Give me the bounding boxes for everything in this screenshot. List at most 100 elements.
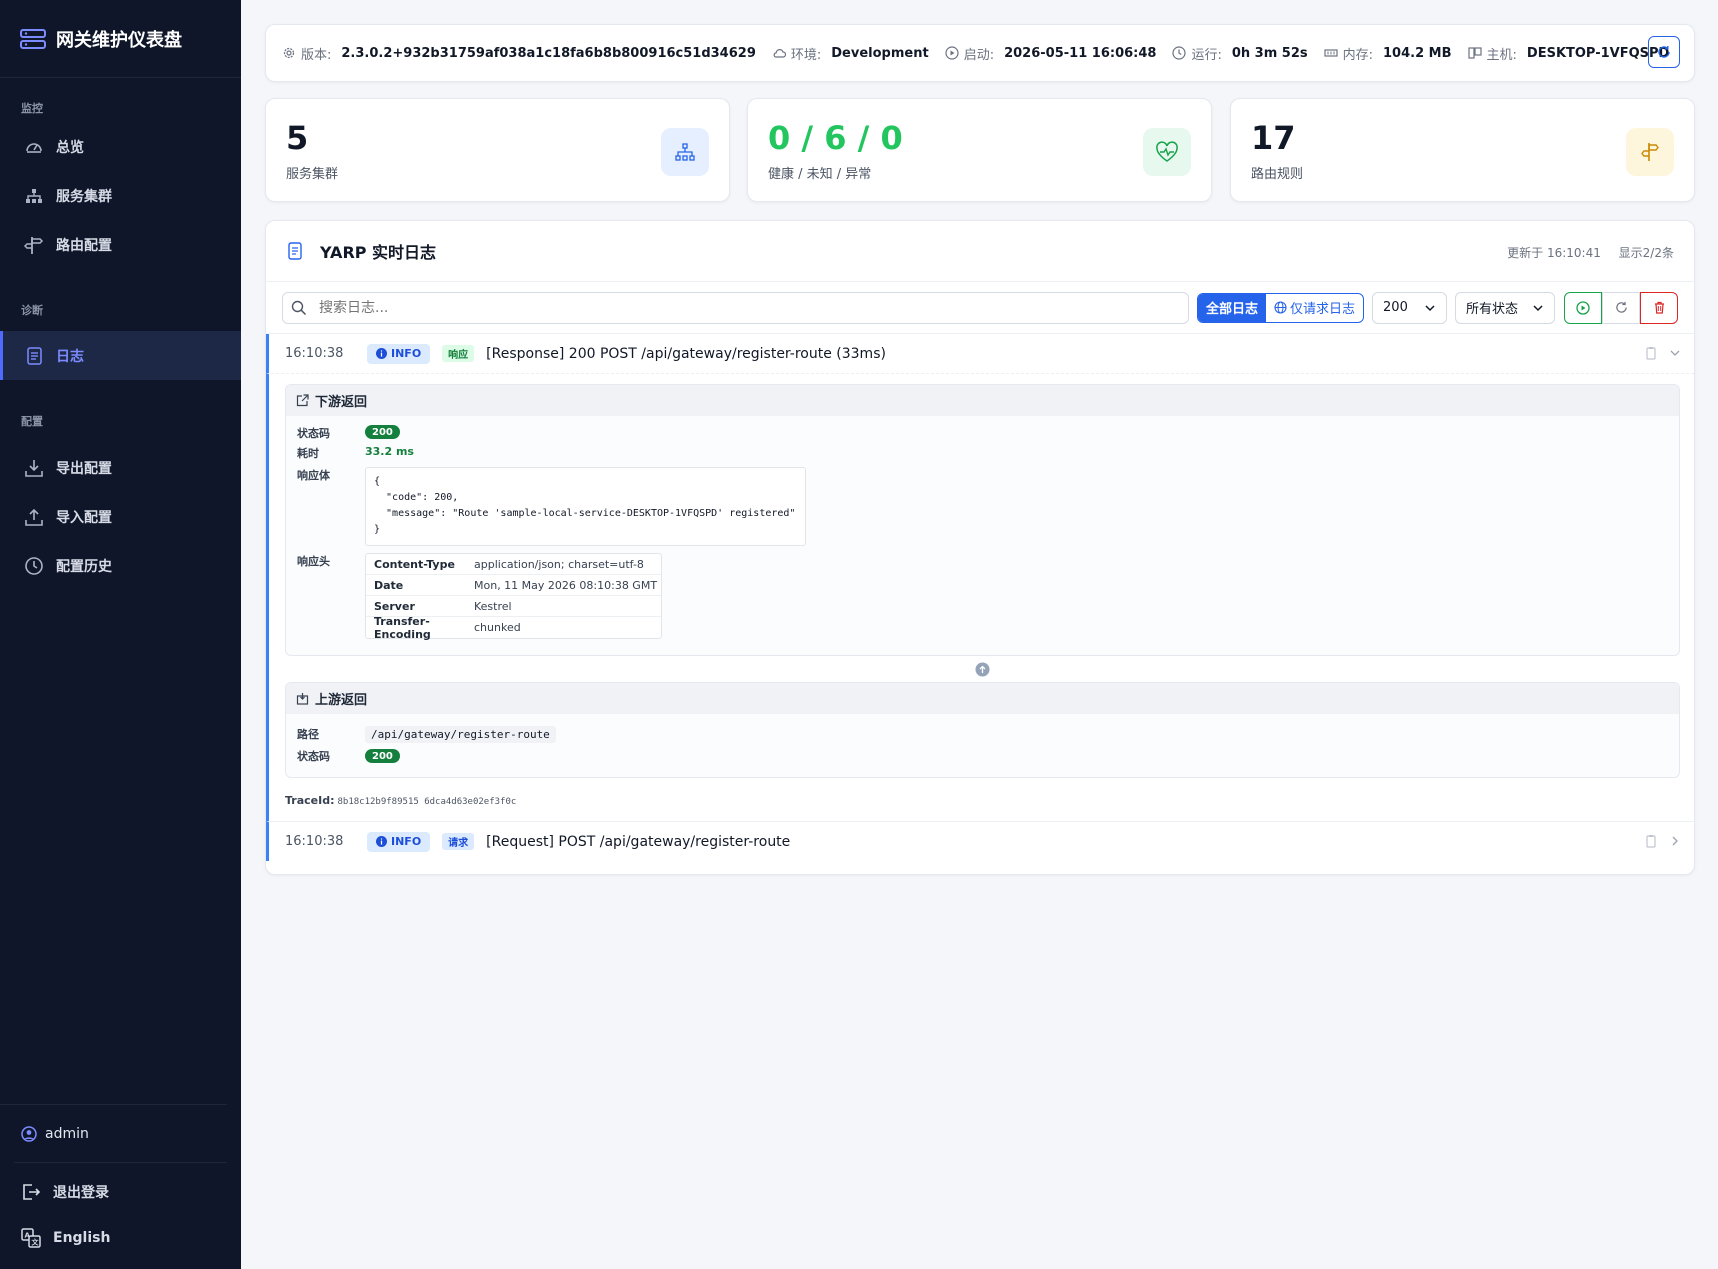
language-switch[interactable]: A文 English: [0, 1215, 241, 1261]
play-circle-icon: [945, 46, 959, 60]
username: admin: [45, 1125, 89, 1142]
info-uptime: 运行: 0h 3m 52s: [1172, 44, 1308, 63]
journal-icon: [24, 346, 44, 366]
info-memory: 内存: 104.2 MB: [1324, 44, 1452, 63]
header-row: Content-Type application/json; charset=ut…: [366, 554, 661, 575]
svg-text:文: 文: [32, 1238, 40, 1247]
upstream-status-row: 状态码 200: [286, 746, 1679, 766]
nav-item-export[interactable]: 导出配置: [0, 443, 241, 492]
copy-icon[interactable]: [1644, 346, 1658, 360]
nav-label: 日志: [56, 348, 84, 365]
upstream-title: 上游返回: [315, 693, 368, 708]
updated-time: 更新于 16:10:41: [1507, 246, 1601, 260]
stat-value: 5: [286, 119, 309, 157]
search-icon: [291, 300, 307, 316]
info-host: 主机: DESKTOP-1VFQSPD: [1467, 44, 1669, 63]
log-title: YARP 实时日志: [320, 243, 437, 262]
header-row: Transfer-Encoding chunked: [374, 614, 521, 641]
nav-item-import[interactable]: 导入配置: [0, 492, 241, 541]
nav-item-logs[interactable]: 日志: [0, 331, 241, 380]
pc-display-icon: [1467, 46, 1482, 60]
stat-card-clusters: 5 服务集群: [265, 98, 730, 202]
nav-label: 导入配置: [56, 509, 112, 526]
stat-label: 健康 / 未知 / 异常: [768, 167, 872, 182]
user-info: admin: [0, 1104, 227, 1162]
heart-pulse-icon: [1143, 128, 1191, 176]
chevron-down-icon[interactable]: [1668, 346, 1682, 360]
log-filter-toggle: 全部日志 仅请求日志: [1197, 292, 1365, 323]
log-meta: 更新于 16:10:41 显示2/2条: [1493, 244, 1674, 261]
downstream-section: 下游返回 状态码 200 耗时 33.2 ms 响应体 { "code": 20…: [285, 384, 1680, 656]
copy-icon[interactable]: [1644, 834, 1658, 848]
shown-count: 显示2/2条: [1618, 246, 1674, 260]
memory-value: 104.2 MB: [1383, 45, 1452, 61]
info-version: 版本: 2.3.0.2+932b31759af038a1c18fa6b8b800…: [282, 44, 756, 63]
level-badge: INFO: [367, 831, 431, 852]
log-message: [Request] POST /api/gateway/register-rou…: [486, 833, 791, 850]
log-entry[interactable]: 16:10:38 INFO 响应 [Response] 200 POST /ap…: [266, 334, 1694, 374]
filter-all-button[interactable]: 全部日志: [1198, 293, 1267, 322]
external-link-icon: [296, 394, 309, 407]
app-title: 网关维护仪表盘: [56, 29, 182, 51]
level-badge: INFO: [367, 343, 431, 364]
sitemap-icon: [661, 128, 709, 176]
level-text: INFO: [391, 347, 422, 360]
filter-request-label: 仅请求日志: [1290, 302, 1356, 317]
refresh-button[interactable]: [1648, 36, 1680, 68]
clear-button[interactable]: [1640, 291, 1679, 324]
globe-icon: [1274, 301, 1287, 314]
stat-label: 路由规则: [1251, 167, 1304, 182]
nav-item-history[interactable]: 配置历史: [0, 541, 241, 590]
refresh-icon: [1657, 45, 1671, 59]
nav-item-overview[interactable]: 总览: [0, 122, 241, 171]
flow-connector: [285, 656, 1680, 682]
cloud-icon: [772, 46, 786, 60]
log-entry[interactable]: 16:10:38 INFO 请求 [Request] POST /api/gat…: [266, 821, 1694, 861]
headers-table: Content-Type application/json; charset=ut…: [365, 553, 662, 641]
nav-section-monitor: 监控: [21, 102, 43, 115]
log-detail: 下游返回 状态码 200 耗时 33.2 ms 响应体 { "code": 20…: [266, 374, 1694, 821]
gear-icon: [282, 46, 296, 60]
stat-label: 服务集群: [286, 167, 339, 182]
nav-section-diagnose: 诊断: [21, 304, 43, 317]
translate-icon: A文: [21, 1228, 41, 1248]
nav-label: 总览: [56, 139, 84, 156]
arrow-up-circle-icon: [975, 662, 990, 677]
limit-select[interactable]: 200: [1372, 291, 1448, 324]
gauge-icon: [24, 137, 44, 157]
upstream-path: /api/gateway/register-route: [365, 725, 556, 743]
upload-icon: [24, 507, 44, 527]
response-body: { "code": 200, "message": "Route 'sample…: [365, 467, 806, 546]
logout-link[interactable]: 退出登录: [0, 1169, 241, 1215]
type-badge: 请求: [442, 833, 475, 850]
nav-item-routes[interactable]: 路由配置: [0, 220, 241, 269]
trace-id: TraceId: 8b18c12b9f89515 6dca4d63e02ef3f0…: [285, 794, 517, 807]
info-circle-icon: [376, 348, 387, 359]
memory-icon: [1324, 46, 1338, 60]
reload-button[interactable]: [1602, 291, 1641, 324]
stat-card-routes: 17 路由规则: [1230, 98, 1695, 202]
filter-request-button[interactable]: 仅请求日志: [1266, 294, 1363, 322]
status-select[interactable]: 所有状态: [1455, 291, 1556, 324]
sitemap-icon: [24, 186, 44, 206]
log-actions: [1564, 291, 1679, 324]
nav-label: 服务集群: [56, 188, 112, 205]
trash-icon: [1653, 301, 1666, 314]
nav-label: 配置历史: [56, 558, 112, 575]
nav-item-clusters[interactable]: 服务集群: [0, 171, 241, 220]
start-value: 2026-05-11 16:06:48: [1004, 45, 1157, 61]
box-arrow-in-icon: [296, 692, 309, 705]
search-input[interactable]: [319, 299, 1119, 316]
row-actions: [1644, 834, 1682, 848]
chevron-down-icon: [1424, 302, 1436, 314]
level-text: INFO: [391, 835, 422, 848]
log-time: 16:10:38: [285, 346, 344, 361]
download-icon: [24, 458, 44, 478]
search-box: [282, 291, 1189, 324]
chevron-right-icon[interactable]: [1668, 834, 1682, 848]
system-info-bar: 版本: 2.3.0.2+932b31759af038a1c18fa6b8b800…: [265, 24, 1695, 82]
trace-id-value: 8b18c12b9f89515 6dca4d63e02ef3f0c: [337, 797, 517, 807]
downstream-title: 下游返回: [315, 395, 368, 410]
sidebar-footer: admin 退出登录 A文 English: [0, 1104, 241, 1269]
play-button[interactable]: [1564, 291, 1603, 324]
